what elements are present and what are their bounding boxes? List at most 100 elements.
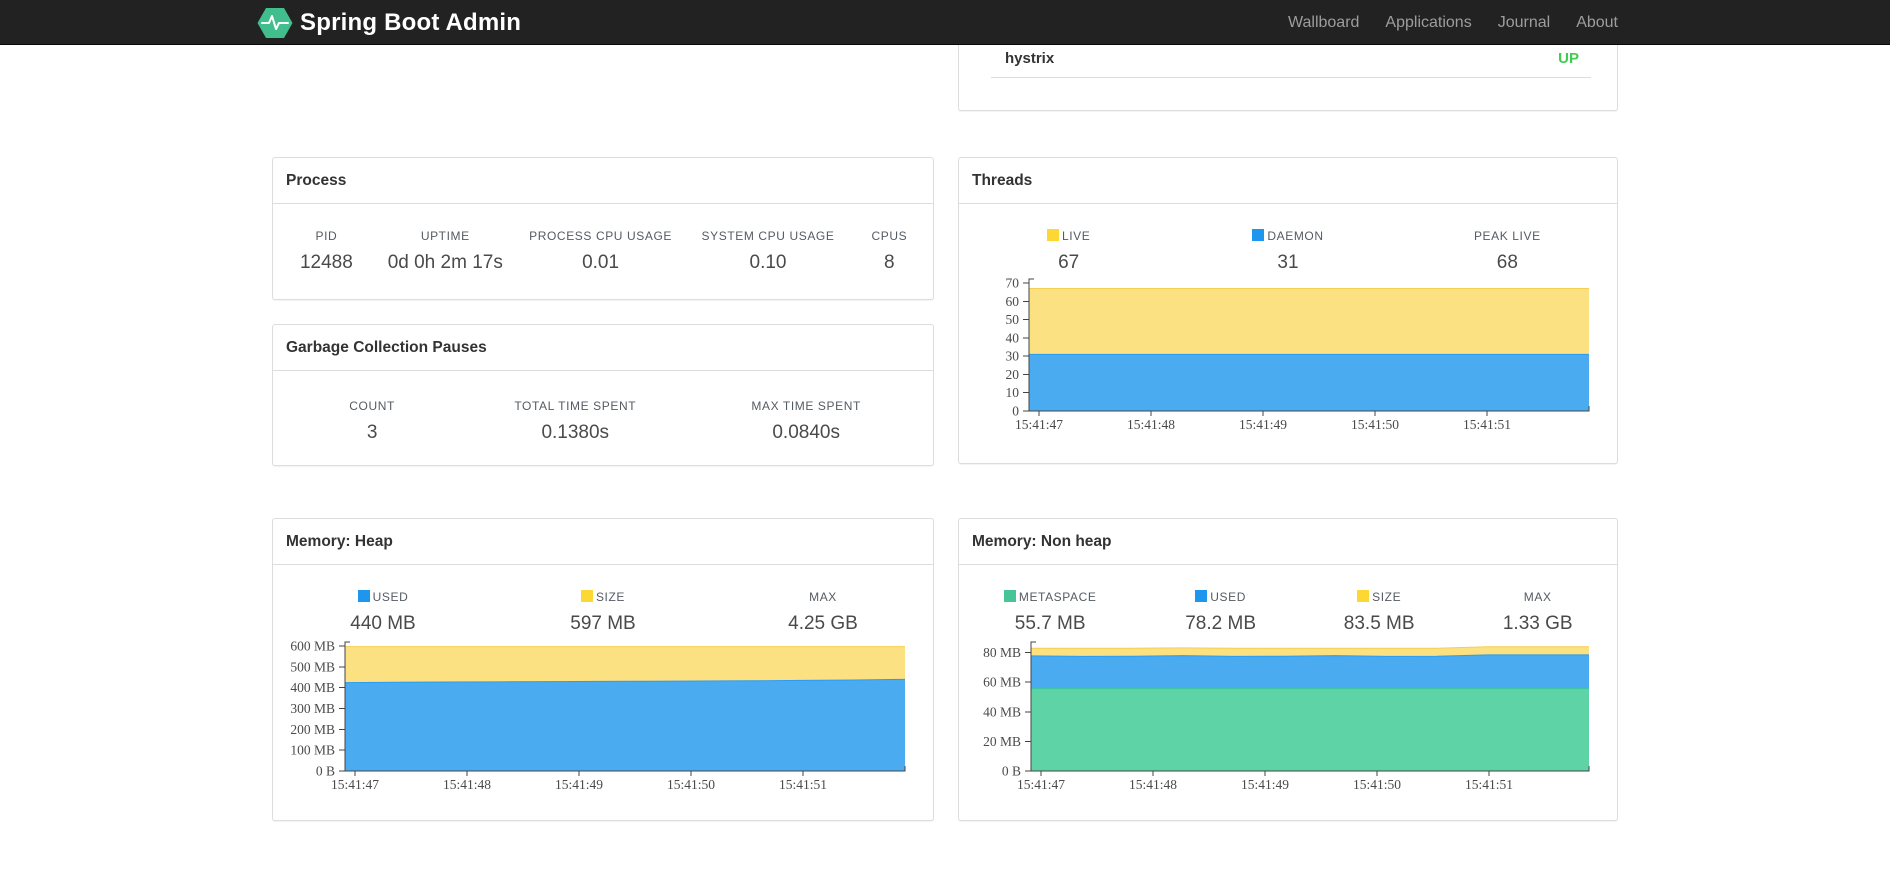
stat-label: METASPACE <box>959 590 1141 604</box>
stat-system-cpu: SYSTEM CPU USAGE 0.10 <box>690 229 845 274</box>
status-badge: UP <box>1558 49 1579 67</box>
panel-nonheap-heading: Memory: Non heap <box>959 519 1617 565</box>
heap-chart: 0 B100 MB200 MB300 MB400 MB500 MB600 MB1… <box>290 639 906 792</box>
svg-text:15:41:47: 15:41:47 <box>1017 777 1065 792</box>
stat-gc-count: COUNT 3 <box>273 399 471 444</box>
panel-memory-nonheap: Memory: Non heap METASPACE 55.7 MB USED … <box>958 518 1618 821</box>
svg-text:15:41:51: 15:41:51 <box>779 777 827 792</box>
nav-item-about[interactable]: About <box>1563 14 1631 32</box>
stat-label: UPTIME <box>420 229 470 243</box>
stat-value: 0.10 <box>749 252 787 273</box>
stat-threads-daemon: DAEMON 31 <box>1178 229 1397 274</box>
panel-title: Garbage Collection Pauses <box>286 338 487 356</box>
svg-text:80 MB: 80 MB <box>983 645 1021 660</box>
nav-item-journal[interactable]: Journal <box>1485 14 1563 32</box>
stat-nonheap-max: MAX 1.33 GB <box>1458 590 1617 635</box>
nav-item-applications[interactable]: Applications <box>1372 14 1484 32</box>
stat-label: USED <box>273 590 493 604</box>
brand-title: Spring Boot Admin <box>300 8 522 36</box>
panel-gc: Garbage Collection Pauses COUNT 3 TOTAL … <box>272 324 934 466</box>
stat-label: USED <box>1141 590 1300 604</box>
brand-link[interactable]: Spring Boot Admin <box>257 0 521 45</box>
svg-text:100 MB: 100 MB <box>290 743 335 758</box>
stat-label: PEAK LIVE <box>1473 229 1541 243</box>
svg-text:15:41:50: 15:41:50 <box>667 777 715 792</box>
stat-threads-peak: PEAK LIVE 68 <box>1398 229 1617 274</box>
stat-heap-used: USED 440 MB <box>273 590 493 635</box>
nonheap-stats: METASPACE 55.7 MB USED 78.2 MB SIZE 83.5… <box>959 565 1617 635</box>
heap-stats: USED 440 MB SIZE 597 MB MAX 4.25 GB <box>273 565 933 635</box>
svg-text:600 MB: 600 MB <box>290 639 335 654</box>
svg-text:15:41:47: 15:41:47 <box>331 777 379 792</box>
legend-swatch <box>1003 590 1016 602</box>
svg-text:60 MB: 60 MB <box>983 675 1021 690</box>
svg-text:15:41:51: 15:41:51 <box>1465 777 1513 792</box>
legend-swatch <box>1046 229 1059 241</box>
legend-swatch <box>357 590 370 602</box>
threads-stats: LIVE 67 DAEMON 31 PEAK LIVE 68 <box>959 204 1617 274</box>
brand-logo-icon <box>257 7 293 39</box>
svg-text:15:41:49: 15:41:49 <box>555 777 603 792</box>
panel-process-heading: Process <box>273 158 933 204</box>
stat-metaspace: METASPACE 55.7 MB <box>959 590 1141 635</box>
panel-threads-heading: Threads <box>959 158 1617 204</box>
stat-label: SIZE <box>1300 590 1459 604</box>
stat-label: PID <box>315 229 338 243</box>
stat-label: CPUS <box>871 229 908 243</box>
panel-heap-heading: Memory: Heap <box>273 519 933 565</box>
health-item-name: hystrix <box>1005 49 1055 67</box>
stat-process-cpu: PROCESS CPU USAGE 0.01 <box>511 229 691 274</box>
stat-label: PROCESS CPU USAGE <box>529 229 673 243</box>
stat-value: 0.0840s <box>772 422 840 443</box>
svg-text:15:41:50: 15:41:50 <box>1353 777 1401 792</box>
stat-uptime: UPTIME 0d 0h 2m 17s <box>380 229 511 274</box>
stat-label: LIVE <box>959 229 1178 243</box>
stat-value: 12488 <box>299 252 353 273</box>
stat-label: MAX TIME SPENT <box>751 399 861 413</box>
svg-text:15:41:47: 15:41:47 <box>1015 417 1063 432</box>
stat-label: SYSTEM CPU USAGE <box>701 229 835 243</box>
svg-text:15:41:48: 15:41:48 <box>1127 417 1175 432</box>
stat-threads-live: LIVE 67 <box>959 229 1178 274</box>
stat-value: 3 <box>366 422 378 443</box>
panel-title: Memory: Heap <box>286 532 393 550</box>
legend-swatch <box>1195 590 1208 602</box>
legend-swatch <box>580 590 593 602</box>
stat-nonheap-size: SIZE 83.5 MB <box>1300 590 1459 635</box>
stat-label: DAEMON <box>1178 229 1397 243</box>
stat-value: 0.01 <box>582 252 620 273</box>
svg-text:15:41:49: 15:41:49 <box>1241 777 1289 792</box>
stat-gc-total: TOTAL TIME SPENT 0.1380s <box>471 399 679 444</box>
nonheap-chart: 0 B20 MB40 MB60 MB80 MB15:41:47 15:41:48 1… <box>983 641 1590 792</box>
svg-text:200 MB: 200 MB <box>290 722 335 737</box>
legend-swatch <box>1252 229 1265 241</box>
stat-label: MAX <box>1523 590 1552 604</box>
svg-text:15:41:49: 15:41:49 <box>1239 417 1287 432</box>
stat-label: MAX <box>809 590 837 604</box>
threads-chart: 01020304050607015:41:47 15:41:48 15:41:49 1… <box>1006 276 1590 432</box>
navbar: Spring Boot Admin Wallboard Applications… <box>0 0 1890 45</box>
panel-title: Memory: Non heap <box>972 532 1112 550</box>
svg-text:15:41:48: 15:41:48 <box>443 777 491 792</box>
svg-text:40 MB: 40 MB <box>983 704 1021 719</box>
stat-heap-size: SIZE 597 MB <box>493 590 713 635</box>
svg-text:400 MB: 400 MB <box>290 680 335 695</box>
svg-text:300 MB: 300 MB <box>290 701 335 716</box>
stat-pid: PID 12488 <box>273 229 380 274</box>
nav-item-wallboard[interactable]: Wallboard <box>1275 14 1372 32</box>
svg-text:500 MB: 500 MB <box>290 659 335 674</box>
panel-gc-heading: Garbage Collection Pauses <box>273 325 933 371</box>
stat-label: TOTAL TIME SPENT <box>514 399 637 413</box>
nav-links: Wallboard Applications Journal About <box>1275 0 1631 45</box>
svg-text:20: 20 <box>1006 367 1020 382</box>
gc-stats: COUNT 3 TOTAL TIME SPENT 0.1380s MAX TIM… <box>273 371 933 444</box>
process-stats: PID 12488 UPTIME 0d 0h 2m 17s PROCESS CP… <box>273 204 933 274</box>
page: hystrix UP Spring Boot Admin Wallboard A… <box>0 0 1890 892</box>
svg-text:30: 30 <box>1006 349 1020 364</box>
panel-threads: Threads LIVE 67 DAEMON 31 PEAK LIVE 68 0… <box>958 157 1618 464</box>
panel-memory-heap: Memory: Heap USED 440 MB SIZE 597 MB MAX… <box>272 518 934 821</box>
svg-text:70: 70 <box>1006 276 1020 291</box>
stat-label: COUNT <box>349 399 395 413</box>
panel-title: Threads <box>972 171 1033 189</box>
stat-nonheap-used: USED 78.2 MB <box>1141 590 1300 635</box>
